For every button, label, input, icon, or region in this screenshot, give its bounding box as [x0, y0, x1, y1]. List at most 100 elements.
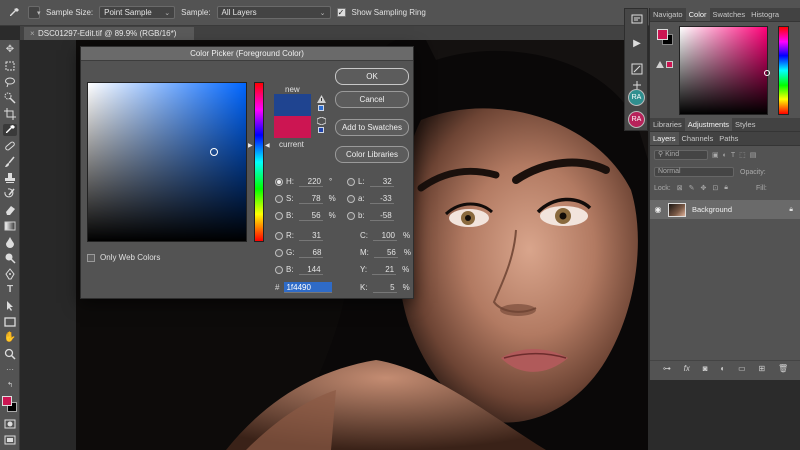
add-to-swatches-button[interactable]: Add to Swatches — [335, 119, 409, 136]
red-input[interactable]: 31 — [299, 230, 323, 241]
blue-radio[interactable] — [275, 265, 283, 274]
web-safe-color-swatch[interactable] — [318, 127, 324, 133]
lock-image-icon[interactable]: ✎ — [689, 184, 695, 192]
tab-histogram[interactable]: Histogra — [748, 8, 782, 21]
red-radio[interactable] — [275, 231, 283, 240]
hue-slider[interactable] — [254, 82, 264, 242]
lasso-tool-icon[interactable] — [3, 76, 17, 88]
tab-color[interactable]: Color — [685, 8, 710, 21]
eyedropper-tool-preset-icon[interactable] — [6, 7, 22, 19]
current-color-swatch[interactable] — [274, 116, 311, 138]
panel-color-field[interactable] — [679, 26, 770, 115]
panel-foreground-color-swatch[interactable] — [657, 29, 668, 40]
new-group-folder-icon[interactable]: ▭ — [738, 364, 746, 373]
cyan-input[interactable]: 100 — [373, 230, 397, 241]
green-input[interactable]: 68 — [299, 247, 324, 258]
path-selection-tool-icon[interactable] — [3, 300, 17, 312]
lock-transparent-icon[interactable]: ⊠ — [677, 184, 683, 192]
tab-adjustments[interactable]: Adjustments — [684, 118, 733, 131]
layer-kind-filter-dropdown[interactable]: ⚲ Kind — [654, 150, 708, 160]
rectangle-tool-icon[interactable] — [3, 316, 17, 328]
lock-position-icon[interactable]: ✥ — [700, 184, 706, 192]
filter-smart-object-icon[interactable]: ▤ — [750, 151, 757, 159]
layer-style-fx-icon[interactable]: fx — [684, 364, 690, 373]
gradient-tool-icon[interactable] — [3, 220, 17, 232]
quick-selection-tool-icon[interactable] — [3, 92, 17, 104]
hue-input[interactable]: 220 — [299, 176, 323, 187]
b-channel-radio[interactable] — [347, 211, 355, 220]
foreground-color-swatch[interactable] — [2, 396, 12, 406]
tab-layers[interactable]: Layers — [650, 132, 679, 145]
tab-styles[interactable]: Styles — [732, 118, 758, 131]
healing-brush-tool-icon[interactable] — [3, 140, 17, 152]
panel-hue-slider[interactable] — [778, 26, 789, 115]
eraser-tool-icon[interactable] — [3, 204, 17, 216]
clone-stamp-tool-icon[interactable] — [3, 172, 17, 184]
ok-button[interactable]: OK — [335, 68, 409, 85]
new-layer-icon[interactable]: ⊞ — [758, 364, 765, 373]
brightness-input[interactable]: 56 — [298, 210, 323, 221]
trash-icon[interactable]: 🗑︎ — [778, 364, 788, 373]
blue-input[interactable]: 144 — [298, 264, 323, 275]
sample-dropdown[interactable]: All Layers ⌄ — [216, 6, 331, 19]
history-brush-tool-icon[interactable] — [3, 188, 17, 200]
actions-play-icon[interactable]: ▶ — [629, 37, 645, 51]
blur-tool-icon[interactable] — [3, 236, 17, 248]
retouching-academy-panel-icon[interactable]: RA — [628, 89, 645, 106]
more-tools-icon[interactable]: ··· — [3, 364, 17, 376]
eye-visibility-icon[interactable]: ◉ — [650, 205, 666, 214]
out-of-gamut-warning-icon[interactable] — [317, 95, 326, 103]
saturation-input[interactable]: 78 — [298, 193, 323, 204]
document-tab[interactable]: × DSC01297-Edit.tif @ 89.9% (RGB/16*) — [24, 27, 194, 40]
hex-input[interactable]: 1f4490 — [284, 282, 333, 293]
marquee-tool-icon[interactable] — [3, 60, 17, 72]
tool-preset-dropdown[interactable]: ▾ — [28, 6, 41, 19]
hue-slider-right-arrow-icon[interactable]: ◀ — [265, 142, 270, 149]
hue-slider-left-arrow-icon[interactable]: ▶ — [248, 142, 253, 149]
black-input[interactable]: 5 — [372, 282, 397, 293]
magenta-input[interactable]: 56 — [373, 247, 398, 258]
lightness-input[interactable]: 32 — [369, 176, 394, 187]
lightness-radio[interactable] — [347, 177, 355, 186]
blend-mode-dropdown[interactable]: Normal — [654, 167, 734, 177]
only-web-colors-checkbox[interactable] — [87, 253, 95, 262]
crop-tool-icon[interactable] — [3, 108, 17, 120]
lock-artboard-icon[interactable]: ⊡ — [712, 184, 718, 192]
show-sampling-ring-checkbox[interactable]: ✓ — [336, 8, 346, 17]
gamut-color-swatch[interactable] — [318, 105, 324, 111]
hand-tool-icon[interactable]: ✋ — [3, 332, 17, 344]
panel-gamut-swatch[interactable] — [666, 61, 673, 68]
filter-adjustment-icon[interactable]: ◐ — [723, 152, 727, 159]
hue-radio[interactable] — [275, 177, 283, 186]
tab-swatches[interactable]: Swatches — [710, 8, 749, 21]
dodge-tool-icon[interactable] — [3, 252, 17, 264]
eyedropper-tool-icon[interactable] — [3, 124, 17, 136]
type-tool-icon[interactable]: T — [3, 284, 17, 296]
move-tool-icon[interactable]: ✥ — [3, 44, 17, 56]
layer-row[interactable]: ◉ Background 🔒︎ — [650, 200, 800, 219]
tab-navigator[interactable]: Navigato — [650, 8, 686, 21]
retouching-academy-panel-icon-2[interactable]: RA — [628, 111, 645, 128]
sample-size-dropdown[interactable]: Point Sample ⌄ — [99, 6, 176, 19]
brush-settings-icon[interactable] — [629, 63, 645, 77]
filter-pixel-icon[interactable]: ▣ — [712, 151, 719, 159]
filter-shape-icon[interactable]: ⬚ — [739, 151, 746, 159]
cancel-button[interactable]: Cancel — [335, 91, 409, 108]
zoom-tool-icon[interactable] — [3, 348, 17, 360]
quick-mask-icon[interactable] — [3, 418, 17, 430]
add-mask-icon[interactable]: ◙ — [703, 364, 708, 373]
panel-color-cursor[interactable] — [764, 70, 770, 76]
color-libraries-button[interactable]: Color Libraries — [335, 146, 409, 163]
lock-all-icon[interactable]: 🔒︎ — [724, 184, 728, 192]
filter-type-icon[interactable]: T — [731, 152, 735, 159]
close-icon[interactable]: × — [30, 27, 35, 40]
green-radio[interactable] — [275, 248, 283, 257]
yellow-input[interactable]: 21 — [372, 264, 397, 275]
a-channel-input[interactable]: -33 — [369, 193, 394, 204]
color-field-cursor[interactable] — [210, 148, 218, 156]
new-adjustment-layer-icon[interactable]: ◐ — [720, 364, 725, 373]
b-channel-input[interactable]: -58 — [369, 210, 394, 221]
history-panel-icon[interactable] — [629, 13, 645, 27]
pen-tool-icon[interactable] — [3, 268, 17, 280]
tab-libraries[interactable]: Libraries — [650, 118, 685, 131]
